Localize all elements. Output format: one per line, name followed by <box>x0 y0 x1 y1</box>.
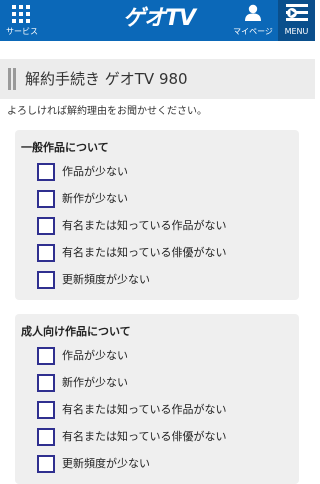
checkbox[interactable] <box>37 347 55 365</box>
checkbox[interactable] <box>37 244 55 262</box>
option-label: 有名または知っている作品がない <box>62 219 227 232</box>
logo[interactable]: ゲオTV <box>113 4 205 34</box>
option-label: 更新頻度が少ない <box>62 273 150 286</box>
option-label: 新作が少ない <box>62 376 128 389</box>
app-header: サービス ゲオTV マイページ MENU <box>0 0 315 41</box>
checkbox[interactable] <box>37 374 55 392</box>
page-title-bar: 解約手続き ゲオTV 980 <box>0 59 315 99</box>
checkbox[interactable] <box>37 428 55 446</box>
option-label: 有名または知っている俳優がない <box>62 246 227 259</box>
option-label: 更新頻度が少ない <box>62 457 150 470</box>
mypage-button[interactable]: マイページ <box>228 0 278 41</box>
user-icon <box>245 4 261 21</box>
checkbox[interactable] <box>37 401 55 419</box>
menu-label: MENU <box>284 27 309 36</box>
page-title: 解約手続き ゲオTV 980 <box>25 70 188 88</box>
grid-icon <box>12 5 30 23</box>
option-label: 有名または知っている作品がない <box>62 403 227 416</box>
checkbox[interactable] <box>37 190 55 208</box>
section-general-works: 一般作品について 作品が少ない 新作が少ない 有名または知っている作品がない 有… <box>15 130 299 300</box>
checkbox[interactable] <box>37 271 55 289</box>
section-adult-works: 成人向け作品について 作品が少ない 新作が少ない 有名または知っている作品がない… <box>15 314 299 484</box>
section-title: 一般作品について <box>21 141 109 154</box>
section-title: 成人向け作品について <box>21 325 131 338</box>
option-label: 作品が少ない <box>62 165 128 178</box>
checkbox[interactable] <box>37 455 55 473</box>
checkbox[interactable] <box>37 217 55 235</box>
mypage-label: マイページ <box>233 27 273 36</box>
title-bars-icon <box>8 68 16 90</box>
menu-icon <box>286 4 308 21</box>
option-label: 作品が少ない <box>62 349 128 362</box>
services-label: サービス <box>6 27 38 36</box>
option-label: 新作が少ない <box>62 192 128 205</box>
option-label: 有名または知っている俳優がない <box>62 430 227 443</box>
menu-button[interactable]: MENU <box>278 0 315 41</box>
services-button[interactable]: サービス <box>0 0 44 41</box>
intro-text: よろしければ解約理由をお聞かせください。 <box>7 106 207 117</box>
checkbox[interactable] <box>37 163 55 181</box>
